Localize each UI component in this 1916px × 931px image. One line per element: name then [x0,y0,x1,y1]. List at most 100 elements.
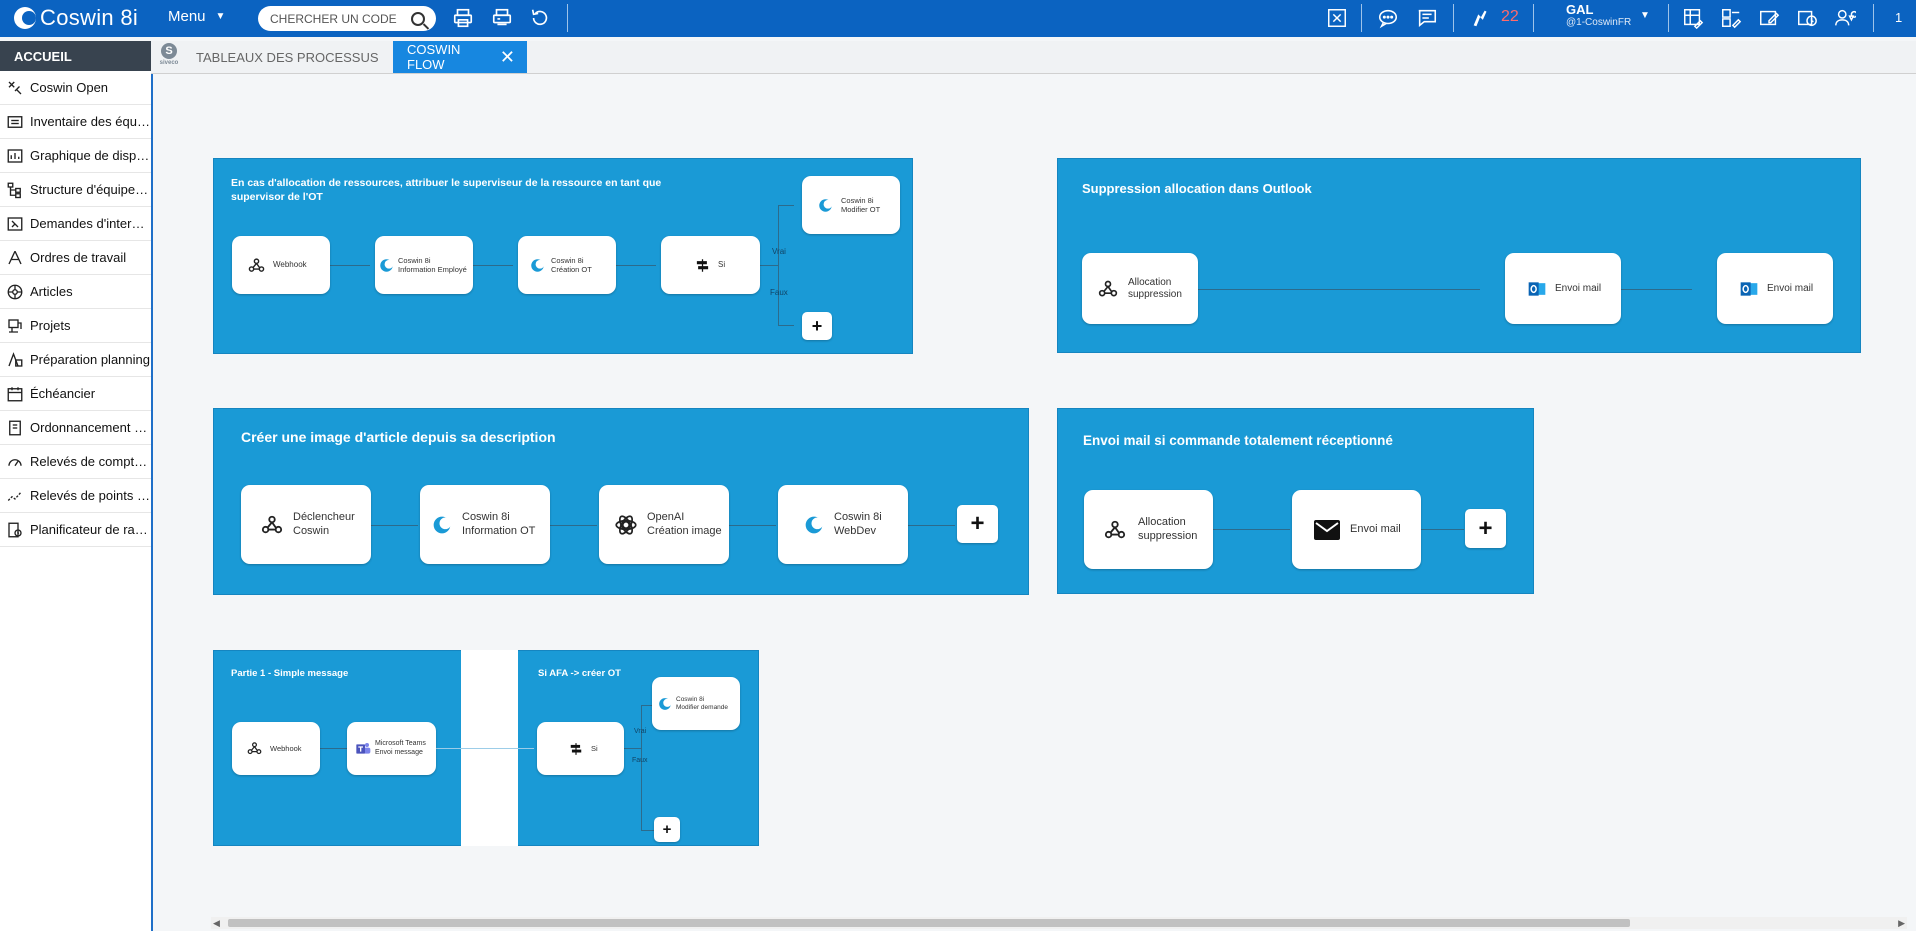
sidebar-item-preparation[interactable]: Préparation planning [0,343,151,377]
node-label: Coswin 8i WebDev [834,511,882,537]
chart-icon [0,147,30,165]
edit-icon[interactable] [1756,5,1782,31]
coswin-logo-icon [14,7,36,29]
node-coswin-info-employe[interactable]: Coswin 8i Information Employé [375,236,473,294]
node-webhook[interactable]: Webhook [232,722,320,775]
node-si-condition[interactable]: Si [537,722,624,775]
node-si-condition[interactable]: Si [661,236,760,294]
sidebar-item-ordres[interactable]: Ordres de travail [0,241,151,275]
node-coswin-creation-ot[interactable]: Coswin 8i Création OT [518,236,616,294]
flow-panel-allocation-superviseur[interactable]: En cas d'allocation de ressources, attri… [213,158,913,354]
flow-panel-teams-afa[interactable]: Partie 1 - Simple message Si AFA -> crée… [213,650,759,846]
node-coswin-info-ot[interactable]: Coswin 8i Information OT [420,485,550,564]
main-menu-button[interactable]: Menu ▼ [168,8,225,25]
tab-tableaux-processus[interactable]: TABLEAUX DES PROCESSUS [196,41,409,73]
node-label: Si [591,744,598,753]
chevron-down-icon[interactable]: ▼ [1640,10,1650,21]
sidebar-item-releves-compteurs[interactable]: Relevés de compteurs [0,445,151,479]
user-location-icon[interactable] [1832,5,1858,31]
connector [729,525,776,526]
node-allocation-suppression[interactable]: Allocation suppression [1084,490,1213,569]
sidebar-item-structure[interactable]: Structure d'équipements [0,173,151,207]
connector [616,265,656,266]
excel-export-icon[interactable] [1324,5,1350,31]
flow-panel-suppression-outlook[interactable]: Suppression allocation dans Outlook Allo… [1057,158,1861,353]
tab-bar: S siveco TABLEAUX DES PROCESSUS COSWIN F… [151,41,1916,74]
notification-icon[interactable] [1468,5,1494,31]
print-list-icon[interactable] [489,5,515,31]
scrollbar-thumb[interactable] [228,919,1630,927]
sidebar-item-articles[interactable]: Articles [0,275,151,309]
branch-true-label: Vrai [772,247,786,256]
history-icon[interactable] [1794,5,1820,31]
webhook-icon [248,257,265,274]
sidebar-item-label: Graphique de disponibilité [30,148,150,163]
node-teams-envoi-message[interactable]: Microsoft Teams Envoi message [347,722,436,775]
page-indicator: 1 [1895,10,1903,25]
projects-icon [0,317,30,335]
scroll-right-icon[interactable]: ▶ [1898,918,1905,929]
add-step-button[interactable]: + [802,312,832,340]
openai-icon [613,512,639,538]
sidebar-item-projets[interactable]: Projets [0,309,151,343]
node-declencheur-coswin[interactable]: Déclencheur Coswin [241,485,371,564]
node-coswin-modifier-ot[interactable]: Coswin 8i Modifier OT [802,176,900,234]
search-icon[interactable] [411,11,425,26]
refresh-icon[interactable] [527,5,553,31]
tab-coswin-flow[interactable]: COSWIN FLOW ✕ [393,41,527,73]
sidebar-item-label: Planificateur de rapports [30,522,150,537]
node-envoi-mail-outlook-2[interactable]: Envoi mail [1717,253,1833,324]
app-logo[interactable]: Coswin 8i [14,4,138,32]
node-allocation-suppression[interactable]: Allocation suppression [1082,253,1198,324]
grid-edit-icon[interactable] [1680,5,1706,31]
add-step-button[interactable]: + [654,817,680,842]
scroll-left-icon[interactable]: ◀ [213,918,220,929]
sidebar-item-label: Échéancier [30,386,96,401]
coswin-icon [804,515,824,535]
add-step-button[interactable]: + [957,505,998,543]
toolbar-divider [1668,4,1669,32]
node-label: Coswin 8i Création OT [551,256,592,274]
node-coswin-webdev[interactable]: Coswin 8i WebDev [778,485,908,564]
sidebar-item-ordonnancement[interactable]: Ordonnancement des travaux [0,411,151,445]
code-search-input[interactable] [268,10,407,27]
coswin-icon [530,258,545,273]
horizontal-scrollbar[interactable]: ◀ ▶ [211,917,1907,929]
sidebar-item-inventaire[interactable]: Inventaire des équipements [0,105,151,139]
flow-canvas[interactable]: En cas d'allocation de ressources, attri… [153,74,1916,922]
close-tab-icon[interactable]: ✕ [500,48,515,66]
connector [1198,289,1480,290]
flow-panel-image-article[interactable]: Créer une image d'article depuis sa desc… [213,408,1029,595]
request-icon [0,215,30,233]
chat-icon[interactable] [1375,5,1401,31]
app-logo-text: Coswin 8i [40,5,139,30]
connector [436,748,534,749]
sidebar-home[interactable]: ACCUEIL [0,41,151,71]
flow-title: Créer une image d'article depuis sa desc… [241,429,556,445]
flow-title: Partie 1 - Simple message [231,668,349,679]
connector [550,525,597,526]
sidebar-item-graphique[interactable]: Graphique de disponibilité [0,139,151,173]
add-step-button[interactable]: + [1465,509,1506,548]
messages-icon[interactable] [1414,5,1440,31]
connector [760,265,778,266]
sidebar-item-planificateur[interactable]: Planificateur de rapports [0,513,151,547]
node-webhook[interactable]: Webhook [232,236,330,294]
node-coswin-modifier-demande[interactable]: Coswin 8i Modifier demande [652,677,740,730]
sidebar-item-demandes[interactable]: Demandes d'intervention [0,207,151,241]
sidebar-item-echeancier[interactable]: Échéancier [0,377,151,411]
notification-count[interactable]: 22 [1501,8,1519,26]
sidebar-item-coswin-open[interactable]: Coswin Open [0,71,151,105]
node-envoi-mail[interactable]: Envoi mail [1292,490,1421,569]
siveco-logo: S siveco [155,43,183,71]
print-icon[interactable] [450,5,476,31]
list-edit-icon[interactable] [1718,5,1744,31]
node-envoi-mail-outlook[interactable]: Envoi mail [1505,253,1621,324]
coswin-icon [818,198,833,213]
flow-panel-envoi-mail-commande[interactable]: Envoi mail si commande totalement récept… [1057,408,1534,594]
sidebar-item-label: Inventaire des équipements [30,114,150,129]
user-info[interactable]: GAL @1-CoswinFR [1566,3,1631,29]
node-openai-creation-image[interactable]: OpenAI Création image [599,485,729,564]
webhook-icon [1098,279,1118,299]
sidebar-item-releves-points[interactable]: Relevés de points de mesure [0,479,151,513]
